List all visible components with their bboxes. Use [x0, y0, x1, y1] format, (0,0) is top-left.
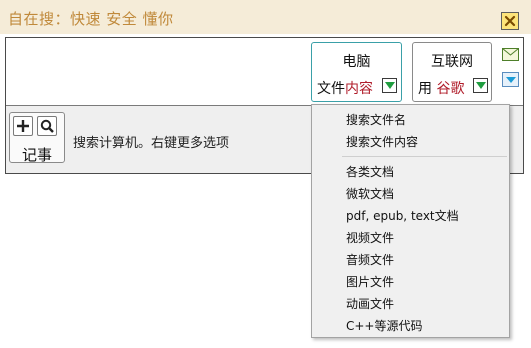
plus-icon[interactable] [13, 116, 33, 136]
mode-internet-selector[interactable]: 用 谷歌 [418, 78, 464, 98]
window-title: 自在搜：快速 安全 懂你 [8, 10, 174, 28]
menu-item-audio-files[interactable]: 音频文件 [346, 251, 394, 268]
menu-item-search-content[interactable]: 搜索文件内容 [346, 133, 418, 150]
menu-item-image-files[interactable]: 图片文件 [346, 273, 394, 290]
mode-pc-value: 内容 [345, 81, 373, 97]
menu-item-source-code[interactable]: C++等源代码 [346, 317, 423, 334]
close-button[interactable] [501, 12, 519, 30]
mode-internet-value: 谷歌 [436, 81, 465, 97]
note-button-label: 记事 [21, 146, 52, 164]
menu-item-animation-files[interactable]: 动画文件 [346, 295, 394, 312]
title-bar: 自在搜：快速 安全 懂你 [0, 0, 531, 34]
menu-item-microsoft-documents[interactable]: 微软文档 [346, 185, 394, 202]
mail-icon[interactable] [502, 46, 519, 61]
mode-pc-selector[interactable]: 文件内容 [317, 78, 373, 98]
mode-internet-label: 互联网 [431, 54, 473, 70]
menu-item-all-documents[interactable]: 各类文档 [346, 163, 394, 180]
mode-pc-dropdown-icon[interactable] [382, 78, 397, 93]
search-hint: 搜索计算机。右键更多选项 [73, 136, 230, 151]
menu-separator [342, 156, 507, 157]
mode-internet-dropdown-icon[interactable] [473, 78, 488, 93]
mode-pc-button[interactable]: 电脑 文件内容 [311, 42, 402, 102]
mode-internet-prefix: 用 [418, 81, 432, 97]
close-icon [504, 15, 516, 27]
note-button[interactable]: 记事 [9, 112, 65, 164]
mode-pc-prefix: 文件 [317, 81, 345, 97]
menu-item-pdf-epub-text[interactable]: pdf, epub, text文档 [346, 207, 459, 224]
context-menu: 搜索文件名 搜索文件内容 各类文档 微软文档 pdf, epub, text文档… [311, 104, 510, 338]
mode-internet-button[interactable]: 互联网 用 谷歌 [412, 42, 492, 102]
menu-item-search-filename[interactable]: 搜索文件名 [346, 111, 406, 128]
menu-item-video-files[interactable]: 视频文件 [346, 229, 394, 246]
dropdown-arrow-icon[interactable] [502, 72, 519, 87]
mode-pc-label: 电脑 [342, 54, 371, 70]
search-icon[interactable] [37, 116, 57, 136]
